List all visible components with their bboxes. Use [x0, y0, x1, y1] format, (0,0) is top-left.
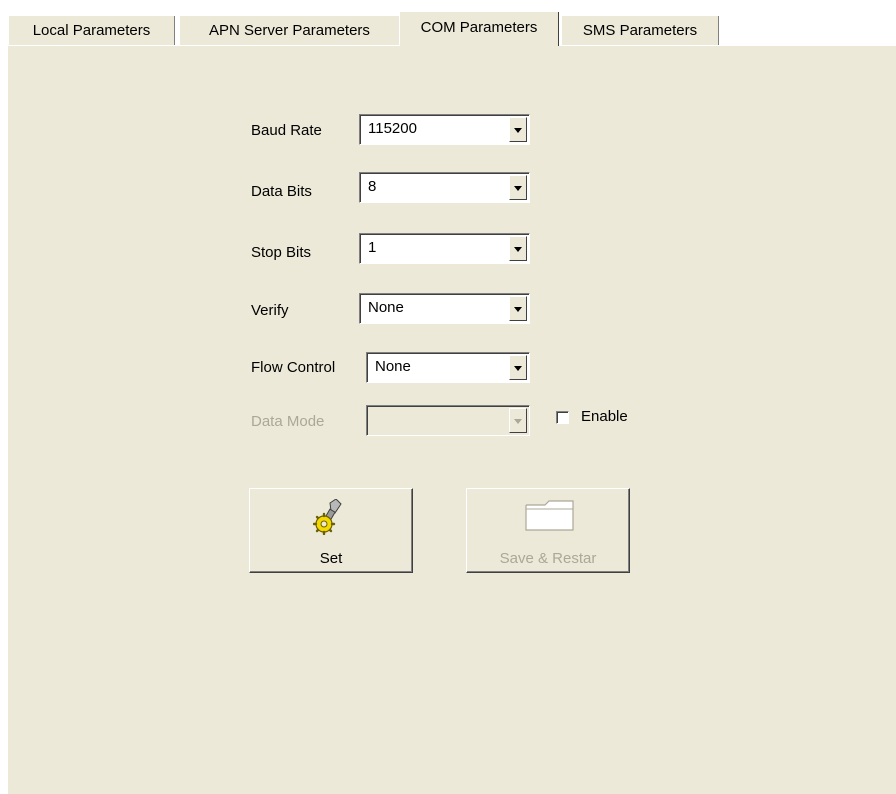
tab-apn-server-parameters[interactable]: APN Server Parameters: [179, 16, 400, 45]
baud-rate-select[interactable]: 115200: [359, 114, 530, 145]
tab-sms-parameters[interactable]: SMS Parameters: [561, 16, 719, 45]
flow-control-value: None: [375, 358, 411, 375]
set-button-label: Set: [319, 550, 343, 567]
data-bits-value: 8: [368, 178, 377, 195]
save-restart-button: Save & Restar: [466, 488, 630, 573]
folder-icon: [525, 500, 574, 531]
data-bits-select[interactable]: 8: [359, 172, 530, 203]
stop-bits-value: 1: [368, 239, 377, 256]
baud-rate-label: Baud Rate: [251, 122, 322, 139]
data-bits-label: Data Bits: [251, 183, 312, 200]
flow-control-label: Flow Control: [251, 359, 336, 376]
stop-bits-label: Stop Bits: [251, 244, 312, 261]
verify-value: None: [368, 299, 404, 316]
verify-label: Verify: [251, 302, 289, 319]
tab-local-parameters[interactable]: Local Parameters: [8, 16, 175, 45]
enable-label[interactable]: Enable: [581, 408, 628, 425]
data-mode-dropdown-arrow-icon: [509, 408, 527, 433]
gear-wrench-icon: [313, 499, 342, 535]
flow-control-dropdown-arrow-icon[interactable]: [509, 355, 527, 380]
stop-bits-dropdown-arrow-icon[interactable]: [509, 236, 527, 261]
data-mode-label: Data Mode: [251, 413, 325, 430]
verify-dropdown-arrow-icon[interactable]: [509, 296, 527, 321]
enable-checkbox[interactable]: [556, 411, 569, 424]
data-bits-dropdown-arrow-icon[interactable]: [509, 175, 527, 200]
tab-bar: Local Parameters APN Server Parameters C…: [8, 12, 896, 46]
baud-rate-value: 115200: [368, 120, 417, 137]
tab-com-parameters[interactable]: COM Parameters: [399, 12, 559, 46]
set-button[interactable]: Set: [249, 488, 413, 573]
stop-bits-select[interactable]: 1: [359, 233, 530, 264]
verify-select[interactable]: None: [359, 293, 530, 324]
save-restart-button-label: Save & Restar: [499, 550, 597, 567]
data-mode-select: [366, 405, 530, 436]
baud-rate-dropdown-arrow-icon[interactable]: [509, 117, 527, 142]
flow-control-select[interactable]: None: [366, 352, 530, 383]
